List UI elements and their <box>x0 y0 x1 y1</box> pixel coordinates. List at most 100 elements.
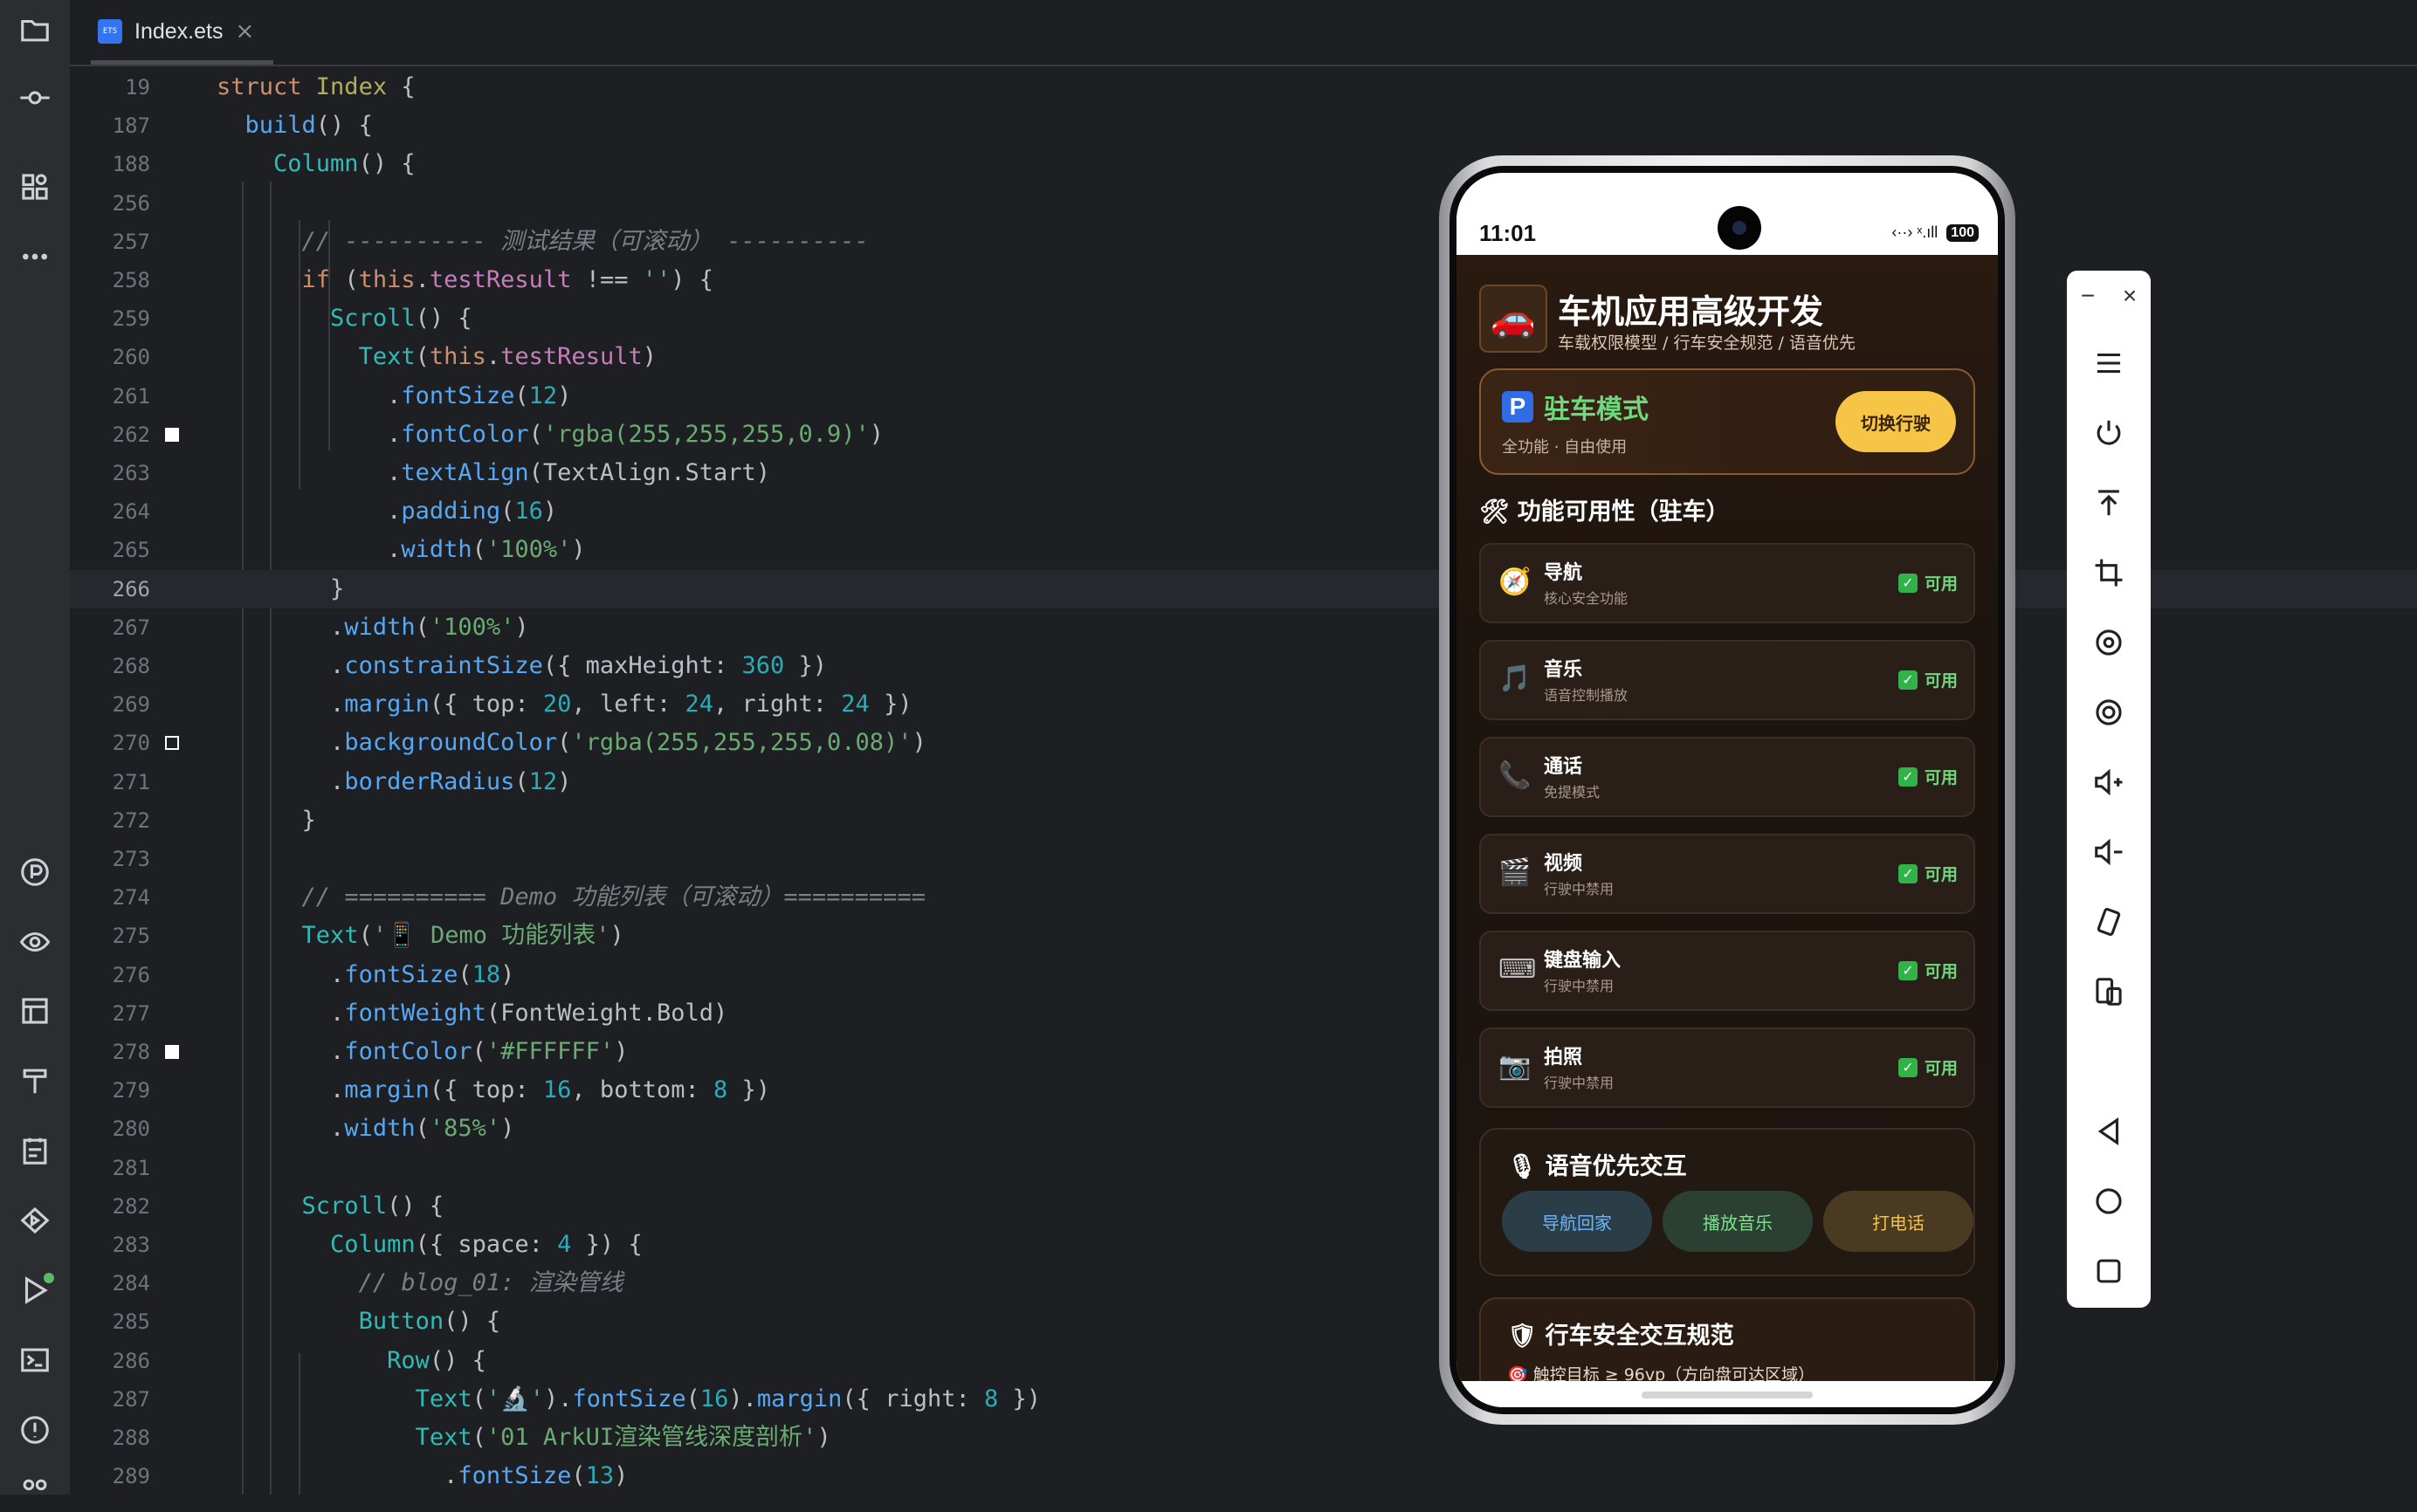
line-number[interactable]: 275 <box>70 917 150 955</box>
more-icon[interactable] <box>14 236 56 278</box>
code-line[interactable]: 286 Row() { <box>70 1342 2417 1380</box>
line-number[interactable]: 188 <box>70 145 150 183</box>
code-line[interactable]: 284 // blog_01: 渲染管线 <box>70 1264 2417 1302</box>
feature-row[interactable]: 📞 通话 免提模式 ✓ 可用 <box>1479 737 1975 817</box>
code-line[interactable]: 274 // ========== Demo 功能列表（可滚动）========… <box>70 878 2417 917</box>
line-number[interactable]: 279 <box>70 1071 150 1110</box>
line-number[interactable]: 273 <box>70 840 150 878</box>
plugin-p-icon[interactable] <box>14 851 56 893</box>
problems-icon[interactable] <box>14 1409 56 1451</box>
build-hammer-icon[interactable] <box>14 1060 56 1102</box>
code-line[interactable]: 269 .margin({ top: 20, left: 24, right: … <box>70 685 2417 724</box>
back-icon[interactable] <box>2086 1109 2131 1154</box>
feature-row[interactable]: ⌨ 键盘输入 行驶中禁用 ✓ 可用 <box>1479 931 1975 1011</box>
code-line[interactable]: 283 Column({ space: 4 }) { <box>70 1226 2417 1264</box>
make-call-button[interactable]: 打电话 <box>1823 1191 1973 1252</box>
code-line[interactable]: 285 Button() { <box>70 1302 2417 1341</box>
color-marker-icon[interactable] <box>165 427 179 442</box>
code-line[interactable]: 279 .margin({ top: 16, bottom: 8 }) <box>70 1071 2417 1110</box>
feature-row[interactable]: 📷 拍照 行驶中禁用 ✓ 可用 <box>1479 1027 1975 1108</box>
volume-down-icon[interactable] <box>2086 829 2131 875</box>
line-number[interactable]: 261 <box>70 377 150 416</box>
line-number[interactable]: 284 <box>70 1264 150 1302</box>
code-line[interactable]: 259 Scroll() { <box>70 299 2417 338</box>
close-icon[interactable]: × <box>2123 282 2137 310</box>
code-line[interactable]: 263 .textAlign(TextAlign.Start) <box>70 454 2417 492</box>
code-line[interactable]: 288 Text('01 ArkUI渲染管线深度剖析') <box>70 1419 2417 1457</box>
line-number[interactable]: 286 <box>70 1342 150 1380</box>
code-line[interactable]: 275 Text('📱 Demo 功能列表') <box>70 917 2417 955</box>
minimize-icon[interactable]: − <box>2081 282 2095 310</box>
line-number[interactable]: 265 <box>70 531 150 569</box>
play-music-button[interactable]: 播放音乐 <box>1663 1191 1813 1252</box>
line-number[interactable]: 267 <box>70 608 150 647</box>
tab-index-ets[interactable]: ETS Index.ets × <box>91 0 274 65</box>
line-number[interactable]: 277 <box>70 994 150 1033</box>
code-line[interactable]: 278 .fontColor('#FFFFFF') <box>70 1033 2417 1071</box>
multi-device-icon[interactable] <box>2086 969 2131 1014</box>
code-line[interactable]: 19 struct Index { <box>70 68 2417 107</box>
volume-up-icon[interactable] <box>2086 759 2131 805</box>
code-line[interactable]: 260 Text(this.testResult) <box>70 338 2417 376</box>
line-number[interactable]: 287 <box>70 1380 150 1419</box>
code-line[interactable]: 256 <box>70 184 2417 223</box>
commit-icon[interactable] <box>14 77 56 119</box>
home-indicator[interactable] <box>1642 1392 1813 1399</box>
line-number[interactable]: 19 <box>70 68 150 107</box>
recents-icon[interactable] <box>2086 1248 2131 1294</box>
line-number[interactable]: 278 <box>70 1033 150 1071</box>
line-number[interactable]: 281 <box>70 1149 150 1187</box>
line-number[interactable]: 285 <box>70 1302 150 1341</box>
project-folder-icon[interactable] <box>14 9 56 51</box>
structure-icon[interactable] <box>14 166 56 208</box>
code-line[interactable]: 287 Text('🔬').fontSize(16).margin({ righ… <box>70 1380 2417 1419</box>
run-icon[interactable] <box>14 1269 56 1311</box>
code-line[interactable]: 281 <box>70 1149 2417 1187</box>
line-number[interactable]: 272 <box>70 801 150 840</box>
phone-screen[interactable]: 11:01 ‹··› ˣ.ıll 100 🚗 车机应用高级开发 车载权限模型 /… <box>1456 173 1998 1407</box>
code-editor[interactable]: 19 struct Index {187 build() {188 Column(… <box>70 66 2417 1495</box>
line-number[interactable]: 274 <box>70 878 150 917</box>
code-line[interactable]: 289 .fontSize(13) <box>70 1457 2417 1495</box>
screenshot-icon[interactable] <box>2086 690 2131 735</box>
home-icon[interactable] <box>2086 1179 2131 1224</box>
code-line[interactable]: 265 .width('100%') <box>70 531 2417 569</box>
feature-row[interactable]: 🎵 音乐 语音控制播放 ✓ 可用 <box>1479 640 1975 720</box>
line-number[interactable]: 256 <box>70 184 150 223</box>
layout-icon[interactable] <box>14 990 56 1032</box>
line-number[interactable]: 187 <box>70 107 150 145</box>
code-line[interactable]: 273 <box>70 840 2417 878</box>
code-line[interactable]: 268 .constraintSize({ maxHeight: 360 }) <box>70 647 2417 685</box>
color-marker-icon[interactable] <box>165 736 179 751</box>
line-number[interactable]: 259 <box>70 299 150 338</box>
feature-row[interactable]: 🎬 视频 行驶中禁用 ✓ 可用 <box>1479 834 1975 914</box>
code-line[interactable]: 187 build() { <box>70 107 2417 145</box>
code-line[interactable]: 272 } <box>70 801 2417 840</box>
power-icon[interactable] <box>2086 410 2131 456</box>
switch-drive-button[interactable]: 切换行驶 <box>1835 391 1956 452</box>
line-number[interactable]: 289 <box>70 1457 150 1495</box>
rotate-device-icon[interactable] <box>2086 899 2131 945</box>
line-number[interactable]: 282 <box>70 1187 150 1226</box>
code-line[interactable]: 264 .padding(16) <box>70 492 2417 531</box>
line-number[interactable]: 264 <box>70 492 150 531</box>
line-number[interactable]: 262 <box>70 416 150 454</box>
color-marker-icon[interactable] <box>165 1045 179 1059</box>
line-number[interactable]: 263 <box>70 454 150 492</box>
feature-row[interactable]: 🧭 导航 核心安全功能 ✓ 可用 <box>1479 543 1975 623</box>
code-line[interactable]: 188 Column() { <box>70 145 2417 183</box>
line-number[interactable]: 257 <box>70 223 150 261</box>
code-line[interactable]: 276 .fontSize(18) <box>70 956 2417 994</box>
line-number[interactable]: 258 <box>70 261 150 299</box>
line-number[interactable]: 271 <box>70 763 150 801</box>
code-line[interactable]: 262 .fontColor('rgba(255,255,255,0.9)') <box>70 416 2417 454</box>
code-line[interactable]: 271 .borderRadius(12) <box>70 763 2417 801</box>
code-line[interactable]: 257 // ---------- 测试结果（可滚动） ---------- <box>70 223 2417 261</box>
close-icon[interactable]: × <box>235 18 254 45</box>
code-line[interactable]: 266 } <box>70 569 2417 608</box>
code-line[interactable]: 282 Scroll() { <box>70 1187 2417 1226</box>
terminal-icon[interactable] <box>14 1339 56 1381</box>
navigate-home-button[interactable]: 导航回家 <box>1502 1191 1652 1252</box>
line-number[interactable]: 283 <box>70 1226 150 1264</box>
code-line[interactable]: 270 .backgroundColor('rgba(255,255,255,0… <box>70 724 2417 762</box>
